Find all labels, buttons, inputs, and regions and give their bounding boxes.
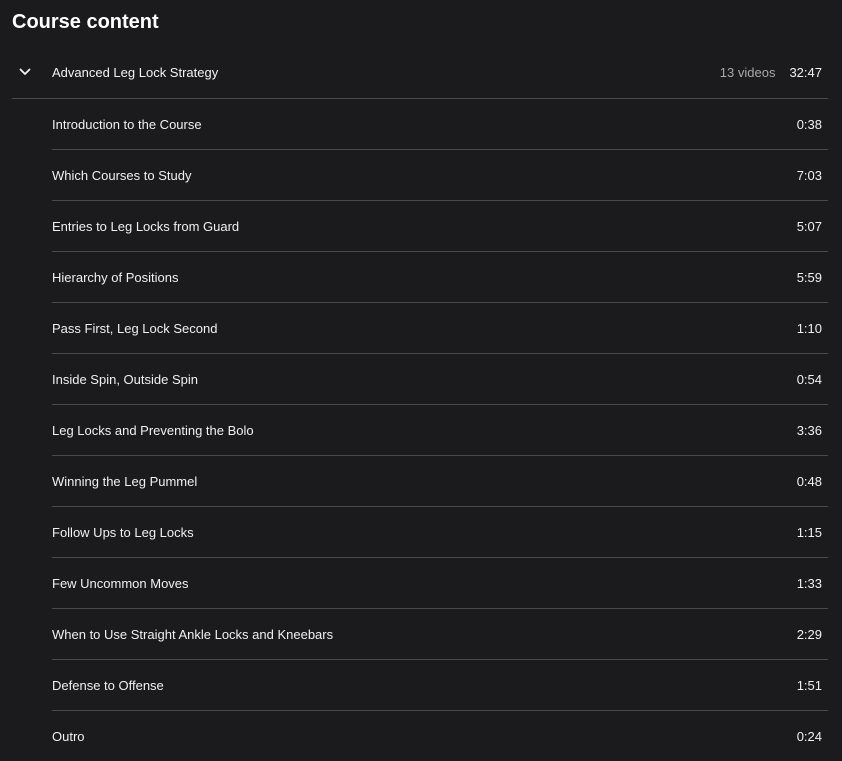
lesson-duration: 1:51 — [796, 677, 822, 693]
lesson-item[interactable]: Leg Locks and Preventing the Bolo 3:36 — [52, 405, 828, 456]
lesson-item[interactable]: Winning the Leg Pummel 0:48 — [52, 456, 828, 507]
lesson-item[interactable]: Introduction to the Course 0:38 — [52, 99, 828, 150]
lesson-duration: 3:36 — [796, 422, 822, 438]
lesson-title: When to Use Straight Ankle Locks and Kne… — [52, 626, 334, 642]
lesson-duration: 5:07 — [796, 218, 822, 234]
lesson-duration: 1:10 — [796, 320, 822, 336]
lesson-duration: 0:24 — [796, 728, 822, 744]
lesson-item[interactable]: When to Use Straight Ankle Locks and Kne… — [52, 609, 828, 660]
chevron-down-icon[interactable] — [12, 46, 52, 98]
lesson-item[interactable]: Which Courses to Study 7:03 — [52, 150, 828, 201]
lesson-title: Pass First, Leg Lock Second — [52, 320, 218, 336]
lesson-title: Follow Ups to Leg Locks — [52, 524, 194, 540]
lesson-item[interactable]: Defense to Offense 1:51 — [52, 660, 828, 711]
lesson-item[interactable]: Pass First, Leg Lock Second 1:10 — [52, 303, 828, 354]
lesson-duration: 7:03 — [796, 167, 822, 183]
lesson-duration: 1:15 — [796, 524, 822, 540]
lesson-item[interactable]: Hierarchy of Positions 5:59 — [52, 252, 828, 303]
lesson-title: Outro — [52, 728, 85, 744]
section-video-count: 13 videos — [719, 64, 776, 80]
lesson-title: Defense to Offense — [52, 677, 164, 693]
section-duration: 32:47 — [789, 64, 822, 80]
lesson-title: Which Courses to Study — [52, 167, 192, 183]
lesson-duration: 0:54 — [796, 371, 822, 387]
lesson-item[interactable]: Follow Ups to Leg Locks 1:15 — [52, 507, 828, 558]
lesson-title: Winning the Leg Pummel — [52, 473, 198, 489]
lesson-item[interactable]: Outro 0:24 — [52, 711, 828, 761]
lesson-duration: 0:38 — [796, 116, 822, 132]
lesson-title: Entries to Leg Locks from Guard — [52, 218, 240, 234]
lesson-duration: 1:33 — [796, 575, 822, 591]
lesson-title: Hierarchy of Positions — [52, 269, 179, 285]
lesson-item[interactable]: Inside Spin, Outside Spin 0:54 — [52, 354, 828, 405]
lesson-item[interactable]: Few Uncommon Moves 1:33 — [52, 558, 828, 609]
lesson-duration: 2:29 — [796, 626, 822, 642]
lesson-list: Introduction to the Course 0:38 Which Co… — [52, 99, 828, 761]
lesson-duration: 0:48 — [796, 473, 822, 489]
lesson-duration: 5:59 — [796, 269, 822, 285]
page-title: Course content — [12, 11, 159, 33]
lesson-title: Few Uncommon Moves — [52, 575, 189, 591]
lesson-title: Introduction to the Course — [52, 116, 202, 132]
lesson-item[interactable]: Entries to Leg Locks from Guard 5:07 — [52, 201, 828, 252]
lesson-title: Leg Locks and Preventing the Bolo — [52, 422, 254, 438]
lesson-title: Inside Spin, Outside Spin — [52, 371, 198, 387]
section-title: Advanced Leg Lock Strategy — [52, 64, 219, 80]
section-header-toggle[interactable]: Advanced Leg Lock Strategy 13 videos 32:… — [12, 46, 828, 99]
